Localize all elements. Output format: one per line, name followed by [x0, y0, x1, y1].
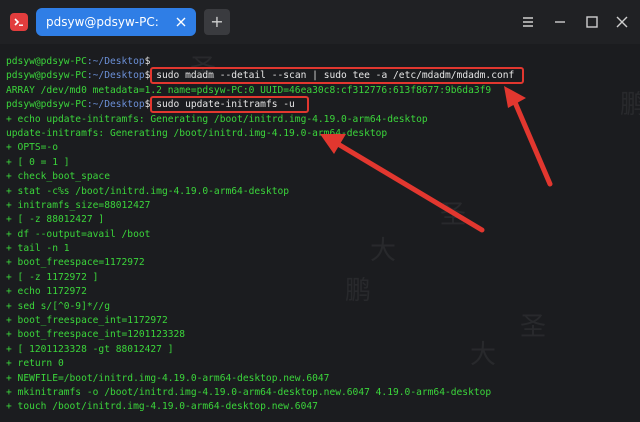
prompt-user: pdsyw@pdsyw-PC — [6, 99, 87, 111]
prompt-path: :~/Desktop — [86, 56, 145, 67]
annotation-arrow-icon — [320, 134, 485, 233]
output-text: + tail -n 1 — [6, 243, 70, 255]
output-text: + check_boot_space — [6, 171, 110, 183]
output-text: + boot_freespace=1172972 — [6, 257, 145, 269]
output-text: + NEWFILE=/boot/initrd.img-4.19.0-arm64-… — [6, 372, 330, 384]
output-text: + boot_freespace_int=1201123328 — [6, 329, 186, 341]
output-line: + return 0 — [6, 357, 640, 371]
prompt-path: :~/Desktop — [86, 70, 145, 82]
prompt-user: pdsyw@pdsyw-PC — [6, 70, 87, 82]
output-line: + touch /boot/initrd.img-4.19.0-arm64-de… — [6, 400, 640, 414]
output-line: + [ -z 1172972 ] — [6, 271, 640, 285]
output-text: + [ -z 1172972 ] — [6, 271, 99, 283]
title-bar: pdsyw@pdsyw-PC: ~/Desktop + — [0, 0, 640, 57]
menu-icon[interactable] — [518, 12, 538, 32]
output-text: + boot_freespace_int=1172972 — [6, 315, 168, 327]
output-text: ARRAY /dev/md0 metadata=1.2 name=pdsyw-P… — [6, 84, 492, 96]
output-line: + tail -n 1 — [6, 242, 640, 256]
minimize-icon[interactable] — [550, 12, 570, 32]
tab-terminal[interactable]: pdsyw@pdsyw-PC: ~/Desktop — [36, 8, 196, 57]
output-line: + boot_freespace_int=1201123328 — [6, 328, 640, 342]
output-text: + stat -c%s /boot/initrd.img-4.19.0-arm6… — [6, 185, 290, 197]
annotation-arrow-icon — [504, 86, 553, 187]
output-line: + sed s/[^0-9]*//g — [6, 300, 640, 314]
output-text: + [ 1201123328 -gt 88012427 ] — [6, 343, 174, 355]
highlight-box-mdadm-command — [150, 67, 524, 84]
output-line: + boot_freespace=1172972 — [6, 256, 640, 270]
terminal-app-icon — [10, 13, 28, 31]
output-line: + boot_freespace_int=1172972 — [6, 314, 640, 328]
output-text: + OPTS=-o — [6, 142, 58, 154]
output-line: + echo 1172972 — [6, 285, 640, 299]
close-tab-icon[interactable] — [174, 15, 188, 29]
maximize-icon[interactable] — [582, 12, 602, 32]
new-tab-label: + — [210, 12, 224, 31]
highlight-box-update-initramfs — [150, 96, 309, 113]
output-text: + echo update-initramfs: Generating /boo… — [6, 113, 428, 125]
output-text: + df --output=avail /boot — [6, 228, 151, 240]
close-icon[interactable] — [612, 12, 632, 32]
output-text: + mkinitramfs -o /boot/initrd.img-4.19.0… — [6, 386, 492, 398]
output-text: + touch /boot/initrd.img-4.19.0-arm64-de… — [6, 401, 318, 413]
output-text: + initramfs_size=88012427 — [6, 199, 151, 211]
output-text: + [ -z 88012427 ] — [6, 214, 105, 226]
output-text: + sed s/[^0-9]*//g — [6, 300, 110, 312]
terminal-output[interactable]: 圣 鹏 大 圣 鹏 大 圣 pdsyw@pdsyw-PC:~/Desktop$p… — [0, 44, 640, 422]
output-text: + return 0 — [6, 358, 64, 370]
output-line: + mkinitramfs -o /boot/initrd.img-4.19.0… — [6, 386, 640, 400]
output-text: + [ 0 = 1 ] — [6, 156, 70, 168]
prompt-user: pdsyw@pdsyw-PC — [6, 56, 87, 67]
output-line: + NEWFILE=/boot/initrd.img-4.19.0-arm64-… — [6, 372, 640, 386]
output-text: + echo 1172972 — [6, 286, 87, 298]
output-line: + [ 1201123328 -gt 88012427 ] — [6, 343, 640, 357]
prompt-symbol: $ — [144, 56, 151, 67]
new-tab-button[interactable]: + — [204, 9, 230, 35]
prompt-path: :~/Desktop — [86, 99, 145, 111]
